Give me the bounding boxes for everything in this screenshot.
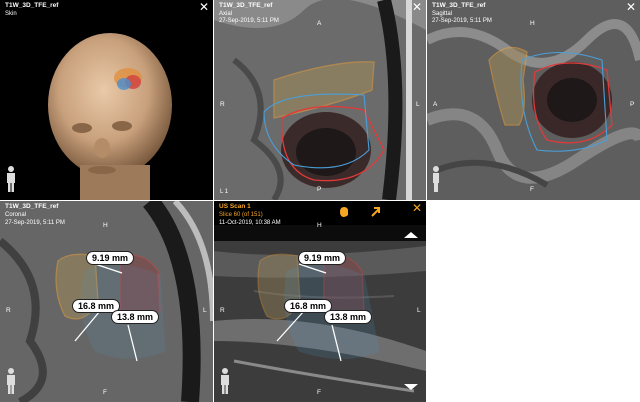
- measurement-label[interactable]: 9.19 mm: [86, 251, 135, 265]
- series-name: T1W_3D_TFE_ref: [5, 2, 59, 9]
- orientation-bottom: F: [530, 186, 534, 193]
- slice-indicator: L 1: [220, 189, 229, 195]
- orientation-left: R: [220, 101, 225, 108]
- series-name: T1W_3D_TFE_ref: [5, 203, 59, 210]
- empty-area: [427, 201, 640, 402]
- scan-date: 11-Oct-2019, 10:38 AM: [219, 220, 281, 226]
- arrow-icon[interactable]: [370, 206, 381, 217]
- coronal-view-panel[interactable]: T1W_3D_TFE_ref Coronal 27-Sep-2019, 5:11…: [0, 201, 213, 402]
- slice-info: Slice 60 (of 151): [219, 212, 263, 218]
- orientation-bottom: F: [317, 389, 321, 396]
- axial-mri-image: [214, 0, 426, 200]
- measurement-label[interactable]: 16.8 mm: [284, 299, 333, 313]
- skin-3d-render: [0, 0, 213, 200]
- scan-date: 27-Sep-2019, 5:11 PM: [5, 220, 65, 226]
- person-orientation-icon: [7, 368, 15, 394]
- view-name: Skin: [5, 11, 17, 17]
- close-icon[interactable]: ✕: [412, 1, 422, 13]
- orientation-bottom: P: [317, 186, 322, 193]
- axial-view-panel[interactable]: T1W_3D_TFE_ref Axial 27-Sep-2019, 5:11 P…: [214, 0, 426, 200]
- orientation-left: R: [6, 307, 11, 314]
- person-orientation-icon: [433, 166, 439, 192]
- close-icon[interactable]: ✕: [626, 1, 636, 13]
- sagittal-mri-image: [427, 0, 640, 200]
- orientation-bottom: F: [103, 389, 107, 396]
- orientation-right: L: [416, 101, 420, 108]
- scan-date: 27-Sep-2019, 5:11 PM: [432, 18, 492, 24]
- measurement-label[interactable]: 13.8 mm: [324, 310, 373, 324]
- ultrasound-view-panel[interactable]: US Scan 1 Slice 60 (of 151) 11-Oct-2019,…: [214, 201, 426, 402]
- orientation-right: L: [417, 307, 421, 314]
- orientation-top: H: [103, 222, 108, 229]
- view-name: Sagittal: [432, 11, 453, 17]
- measurement-label[interactable]: 13.8 mm: [111, 310, 160, 324]
- series-name: T1W_3D_TFE_ref: [219, 2, 273, 9]
- series-name: T1W_3D_TFE_ref: [432, 2, 486, 9]
- scroll-down-icon[interactable]: [404, 384, 418, 390]
- orientation-top: H: [530, 20, 535, 27]
- hand-icon[interactable]: [338, 206, 349, 217]
- orientation-left: R: [220, 307, 225, 314]
- series-name: US Scan 1: [219, 203, 251, 210]
- orientation-top: H: [317, 222, 322, 229]
- orientation-right: L: [203, 307, 207, 314]
- person-orientation-icon: [7, 166, 15, 192]
- person-orientation-icon: [221, 368, 229, 394]
- view-name: Coronal: [5, 212, 27, 218]
- close-icon[interactable]: ✕: [412, 202, 422, 214]
- orientation-right: P: [630, 101, 635, 108]
- measurement-label[interactable]: 9.19 mm: [298, 251, 347, 265]
- view-name: Axial: [219, 11, 233, 17]
- sagittal-view-panel[interactable]: T1W_3D_TFE_ref Sagittal 27-Sep-2019, 5:1…: [427, 0, 640, 200]
- scroll-up-icon[interactable]: [404, 232, 418, 238]
- close-icon[interactable]: ✕: [199, 1, 209, 13]
- skin-view-panel[interactable]: T1W_3D_TFE_ref Skin ✕: [0, 0, 213, 200]
- scan-date: 27-Sep-2019, 5:11 PM: [219, 18, 279, 24]
- orientation-left: A: [433, 101, 438, 108]
- orientation-top: A: [317, 20, 322, 27]
